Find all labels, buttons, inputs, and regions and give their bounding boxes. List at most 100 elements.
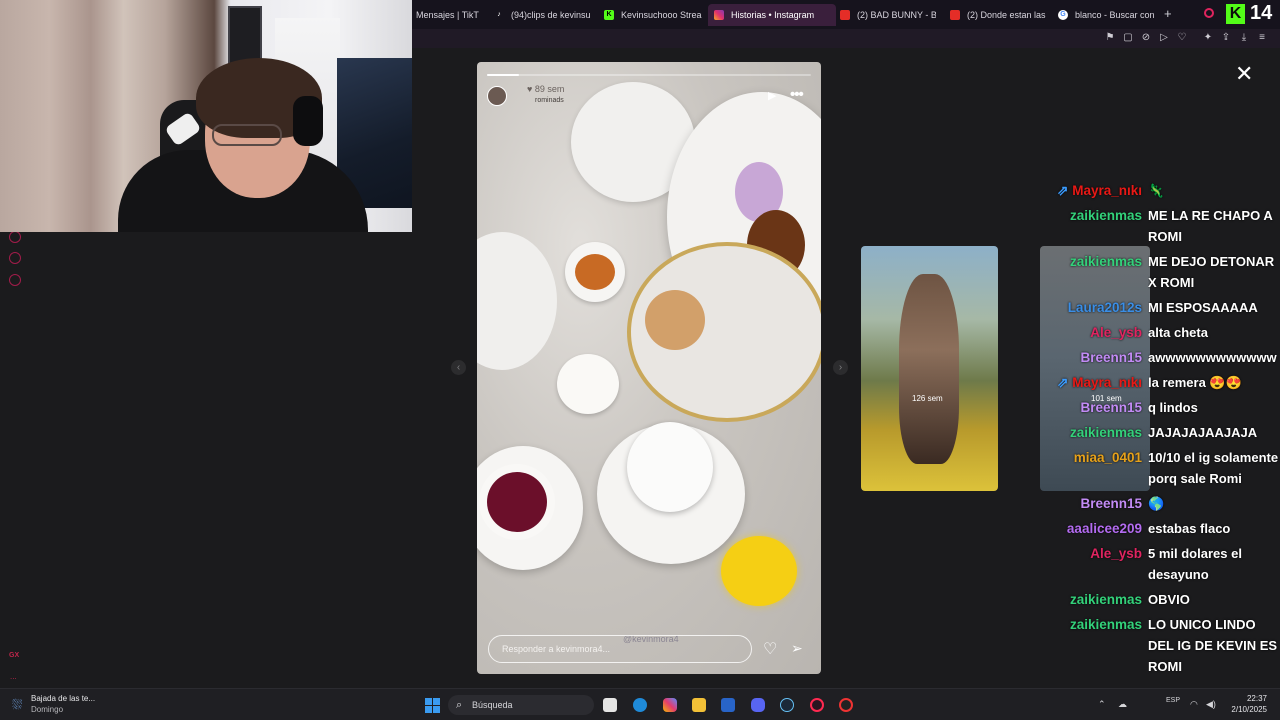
more-options-icon[interactable]: ••• — [790, 86, 804, 103]
language-indicator[interactable]: ESP — [1166, 697, 1180, 704]
chat-username[interactable]: zaikienmas — [1040, 205, 1148, 226]
chat-text: 10/10 el ig solamente porq sale Romi — [1148, 447, 1280, 489]
onedrive-icon[interactable]: ☁ — [1118, 699, 1127, 710]
tab-instagram-stories[interactable]: Historias • Instagram — [708, 4, 836, 26]
chat-username-text: Breenn15 — [1080, 400, 1142, 415]
block-icon[interactable]: ⊘ — [1141, 33, 1151, 43]
previous-story-button[interactable]: ‹ — [451, 360, 466, 375]
chat-username[interactable]: ⇗ Mayra_nıkı — [1040, 180, 1148, 201]
chat-text: q lindos — [1148, 397, 1280, 418]
file-explorer-icon[interactable] — [692, 698, 706, 712]
chat-username[interactable]: ⇗ Mayra_nıkı — [1040, 372, 1148, 393]
close-icon[interactable]: ✕ — [1235, 61, 1253, 87]
chat-text-content: MI ESPOSAAAAA — [1148, 300, 1258, 315]
send-icon[interactable]: ➢ — [791, 640, 803, 657]
steam-icon[interactable] — [780, 698, 794, 712]
tray-chevron-icon[interactable]: ⌃ — [1098, 699, 1106, 710]
chat-username[interactable]: zaikienmas — [1040, 589, 1148, 610]
screen: Mensajes | TikT ♪ (94)clips de kevinsu K… — [0, 0, 1280, 720]
chat-username[interactable]: aaalicee209 — [1040, 518, 1148, 539]
extensions-icon[interactable]: ✦ — [1203, 33, 1213, 43]
chat-badge-icon: ⇗ — [1057, 183, 1073, 198]
tab-kick-stream[interactable]: K Kevinsuchooo Strea — [604, 4, 704, 26]
discord-icon[interactable] — [751, 698, 765, 712]
weather-title[interactable]: Bajada de las te... — [31, 694, 95, 703]
story-photo-pastry — [645, 290, 705, 350]
volume-icon[interactable]: ◀) — [1206, 699, 1216, 710]
chat-text-content: 10/10 el ig solamente porq sale Romi — [1148, 450, 1279, 486]
chat-message: Breenn15 q lindos — [1040, 397, 1280, 418]
chat-username[interactable]: Ale_ysb — [1040, 543, 1148, 564]
new-tab-button[interactable]: + — [1164, 6, 1172, 21]
tab-label: Historias • Instagram — [731, 10, 815, 20]
chat-username[interactable]: zaikienmas — [1040, 422, 1148, 443]
task-view-icon[interactable] — [603, 698, 617, 712]
chat-message: ⇗ Mayra_nıkı la remera 😍😍 — [1040, 372, 1280, 393]
tab-youtube-donde[interactable]: (2) Donde estan las — [950, 4, 1048, 26]
weather-icon[interactable]: ⛆ — [12, 697, 22, 713]
share-icon[interactable]: ⇪ — [1221, 33, 1231, 43]
chat-text: ME DEJO DETONAR X ROMI — [1148, 251, 1280, 293]
tab-youtube-bad-bunny[interactable]: (2) BAD BUNNY - BA — [840, 4, 936, 26]
chat-username[interactable]: Laura2012s — [1040, 297, 1148, 318]
avatar[interactable] — [487, 86, 507, 106]
heart-icon[interactable]: ♡ — [1177, 33, 1187, 43]
tab-google-search[interactable]: G blanco - Buscar con — [1058, 4, 1158, 26]
chat-username[interactable]: Breenn15 — [1040, 397, 1148, 418]
chat-text-content: ME DEJO DETONAR X ROMI — [1148, 254, 1275, 290]
edge-icon[interactable] — [633, 698, 647, 712]
opera-gx-icon[interactable] — [810, 698, 824, 712]
chat-text-content: la remera 😍😍 — [1148, 375, 1242, 390]
tab-label: blanco - Buscar con — [1075, 10, 1155, 20]
rail-settings-icon[interactable] — [9, 274, 21, 286]
menu-icon[interactable]: ≡ — [1257, 33, 1267, 43]
chat-text-content: OBVIO — [1148, 592, 1190, 607]
chat-text: estabas flaco — [1148, 518, 1280, 539]
story-viewer[interactable]: ♥ 89 sem rominads ▶ ••• @kevinmora4 Resp… — [477, 62, 821, 674]
start-square — [433, 698, 440, 705]
taskbar-search-input[interactable]: ⌕ Búsqueda — [448, 695, 594, 715]
app-icon[interactable] — [839, 698, 853, 712]
rail-more-icon[interactable]: ... — [10, 672, 17, 681]
rail-home-icon[interactable] — [9, 231, 21, 243]
tab-tiktok-clips[interactable]: ♪ (94)clips de kevinsu — [494, 4, 594, 26]
like-heart-icon[interactable]: ♡ — [763, 639, 777, 659]
search-tabs-icon[interactable] — [1204, 8, 1214, 18]
rail-messages-icon[interactable] — [9, 252, 21, 264]
chat-message: zaikienmas LO UNICO LINDO DEL IG DE KEVIN… — [1040, 614, 1280, 677]
chat-username[interactable]: zaikienmas — [1040, 251, 1148, 272]
chat-username[interactable]: zaikienmas — [1040, 614, 1148, 635]
taskbar-clock[interactable]: 22:37 2/10/2025 — [1227, 693, 1267, 715]
chat-text: awwwwwwwwwwww — [1148, 347, 1280, 368]
chat-text: 5 mil dolares el desayuno — [1148, 543, 1280, 585]
chat-username-text: miaa_0401 — [1073, 450, 1142, 465]
wifi-icon[interactable]: ◠ — [1190, 699, 1198, 710]
chat-username[interactable]: Breenn15 — [1040, 493, 1148, 514]
chat-username[interactable]: miaa_0401 — [1040, 447, 1148, 468]
download-icon[interactable]: ⤓ — [1239, 33, 1249, 43]
store-icon[interactable] — [721, 698, 735, 712]
tab-tiktok-messages[interactable]: Mensajes | TikT — [416, 4, 486, 26]
browser-toolbar: ⚑ ▢ ⊘ ▷ ♡ ✦ ⇪ ⤓ ≡ — [412, 29, 1280, 48]
story-username[interactable]: rominads — [535, 97, 564, 104]
start-square — [425, 698, 432, 705]
player-icon[interactable]: ▷ — [1159, 33, 1169, 43]
bookmark-icon[interactable]: ⚑ — [1105, 33, 1115, 43]
copilot-icon[interactable] — [663, 698, 677, 712]
snapshot-icon[interactable]: ▢ — [1123, 33, 1133, 43]
story-username-text: rominads — [535, 97, 564, 104]
next-story-button[interactable]: › — [833, 360, 848, 375]
chat-message: Ale_ysb alta cheta — [1040, 322, 1280, 343]
tiktok-icon: ♪ — [497, 11, 501, 18]
chat-text-content: JAJAJAJAAJAJA — [1148, 425, 1258, 440]
play-icon[interactable]: ▶ — [768, 89, 776, 102]
windows-start-icon[interactable] — [425, 698, 440, 713]
chat-text: alta cheta — [1148, 322, 1280, 343]
chat-username-text: Breenn15 — [1080, 496, 1142, 511]
chat-username-text: Ale_ysb — [1090, 546, 1142, 561]
story-photo-teapot — [627, 422, 713, 512]
chat-username[interactable]: Breenn15 — [1040, 347, 1148, 368]
next-story-preview[interactable]: 126 sem — [861, 246, 998, 491]
reply-input[interactable]: Responder a kevinmora4... — [488, 635, 752, 663]
chat-username[interactable]: Ale_ysb — [1040, 322, 1148, 343]
